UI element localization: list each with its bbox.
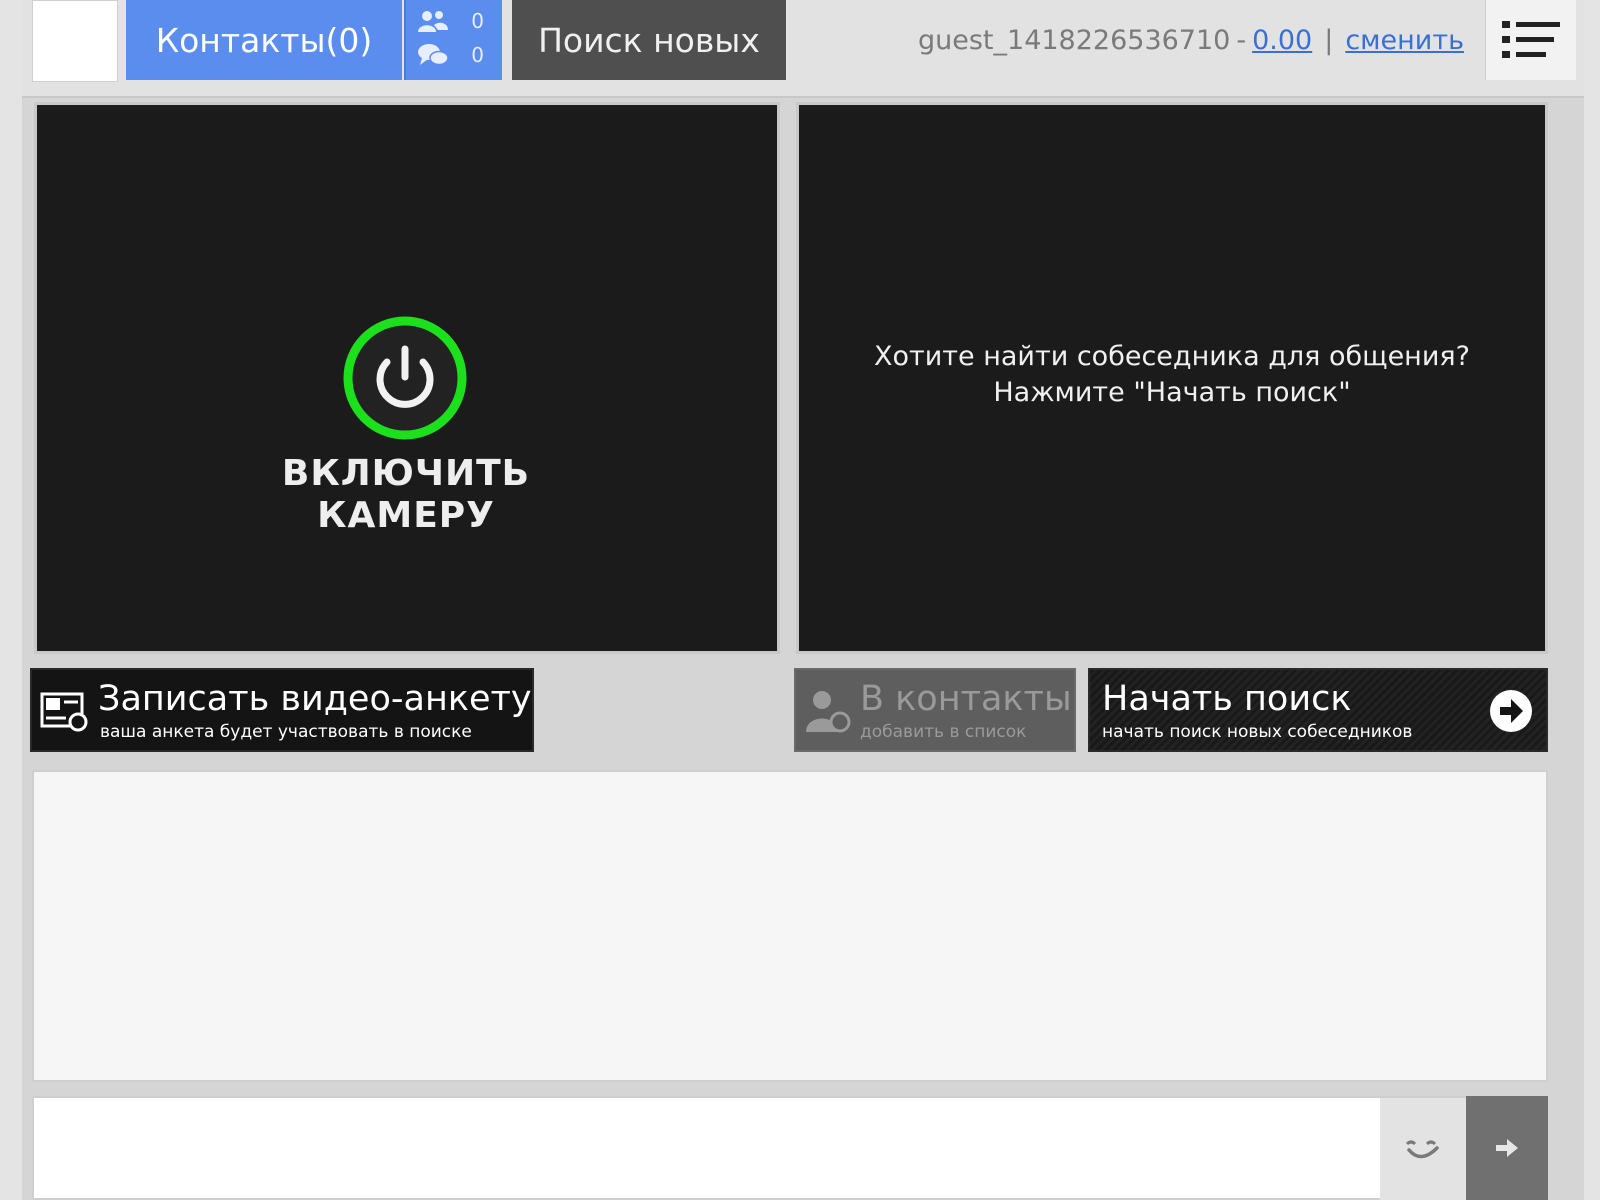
messages-counter: 0 xyxy=(416,40,496,70)
enable-camera-button[interactable] xyxy=(342,315,468,441)
list-menu-icon xyxy=(1502,21,1560,58)
power-icon xyxy=(343,316,467,440)
contacts-button-label: Контакты(0) xyxy=(155,20,373,60)
arrow-right-circle-icon xyxy=(1490,690,1532,732)
online-contacts-counter: 0 xyxy=(416,6,496,36)
balance-link[interactable]: 0.00 xyxy=(1252,25,1312,56)
add-contact-icon xyxy=(806,691,851,733)
enable-camera-line2: КАМЕРУ xyxy=(317,495,495,536)
add-contact-title: В контакты xyxy=(860,679,1072,719)
send-arrow-icon xyxy=(1496,1139,1518,1157)
username: guest_1418226536710 xyxy=(918,24,1231,56)
logo-placeholder xyxy=(32,0,118,82)
record-button-subtitle: ваша анкета будет участвовать в поиске xyxy=(100,722,472,742)
app-window: Контакты(0) 0 0 Поиск новых guest_141822… xyxy=(22,0,1584,1200)
remote-video-message: Хотите найти собеседника для общения? На… xyxy=(799,339,1545,411)
contacts-button[interactable]: Контакты(0) xyxy=(126,0,402,80)
top-bar: Контакты(0) 0 0 Поиск новых guest_141822… xyxy=(22,0,1584,98)
remote-message-line2: Нажмите "Начать поиск" xyxy=(993,377,1351,408)
record-video-profile-button[interactable]: Записать видео-анкету ваша анкета будет … xyxy=(30,668,534,752)
start-search-subtitle: начать поиск новых собеседников xyxy=(1102,722,1413,742)
start-search-title: Начать поиск xyxy=(1102,679,1352,719)
record-button-title: Записать видео-анкету xyxy=(98,679,532,719)
start-search-button[interactable]: Начать поиск начать поиск новых собеседн… xyxy=(1088,668,1548,752)
add-contact-subtitle: добавить в список xyxy=(860,722,1027,742)
online-contacts-count: 0 xyxy=(471,9,484,33)
remote-message-line1: Хотите найти собеседника для общения? xyxy=(874,341,1470,372)
change-user-link[interactable]: сменить xyxy=(1345,25,1464,56)
enable-camera-line1: ВКЛЮЧИТЬ xyxy=(281,453,531,494)
smiley-icon xyxy=(1405,1140,1439,1159)
enable-camera-label[interactable]: ВКЛЮЧИТЬ КАМЕРУ xyxy=(210,453,602,537)
search-new-button[interactable]: Поиск новых xyxy=(512,0,786,80)
menu-button[interactable] xyxy=(1485,0,1576,80)
user-separator: | xyxy=(1324,24,1334,56)
remote-video-panel: Хотите найти собеседника для общения? На… xyxy=(796,102,1548,654)
users-icon xyxy=(418,11,448,32)
local-video-panel: ВКЛЮЧИТЬ КАМЕРУ xyxy=(34,102,780,654)
add-to-contacts-button[interactable]: В контакты добавить в список xyxy=(794,668,1076,752)
send-message-button[interactable] xyxy=(1466,1096,1548,1200)
user-info: guest_1418226536710 - 0.00 | сменить xyxy=(918,18,1464,62)
search-new-label: Поиск новых xyxy=(538,20,760,60)
username-dash: - xyxy=(1236,24,1247,56)
chat-messages-area[interactable] xyxy=(32,770,1548,1082)
chat-bubbles-icon xyxy=(418,44,449,66)
video-profile-icon xyxy=(40,692,88,732)
messages-count: 0 xyxy=(471,43,484,67)
contacts-counters[interactable]: 0 0 xyxy=(404,0,502,80)
smiley-button[interactable] xyxy=(1380,1096,1466,1200)
chat-input-row xyxy=(32,1096,1548,1200)
chat-message-input[interactable] xyxy=(32,1096,1380,1200)
